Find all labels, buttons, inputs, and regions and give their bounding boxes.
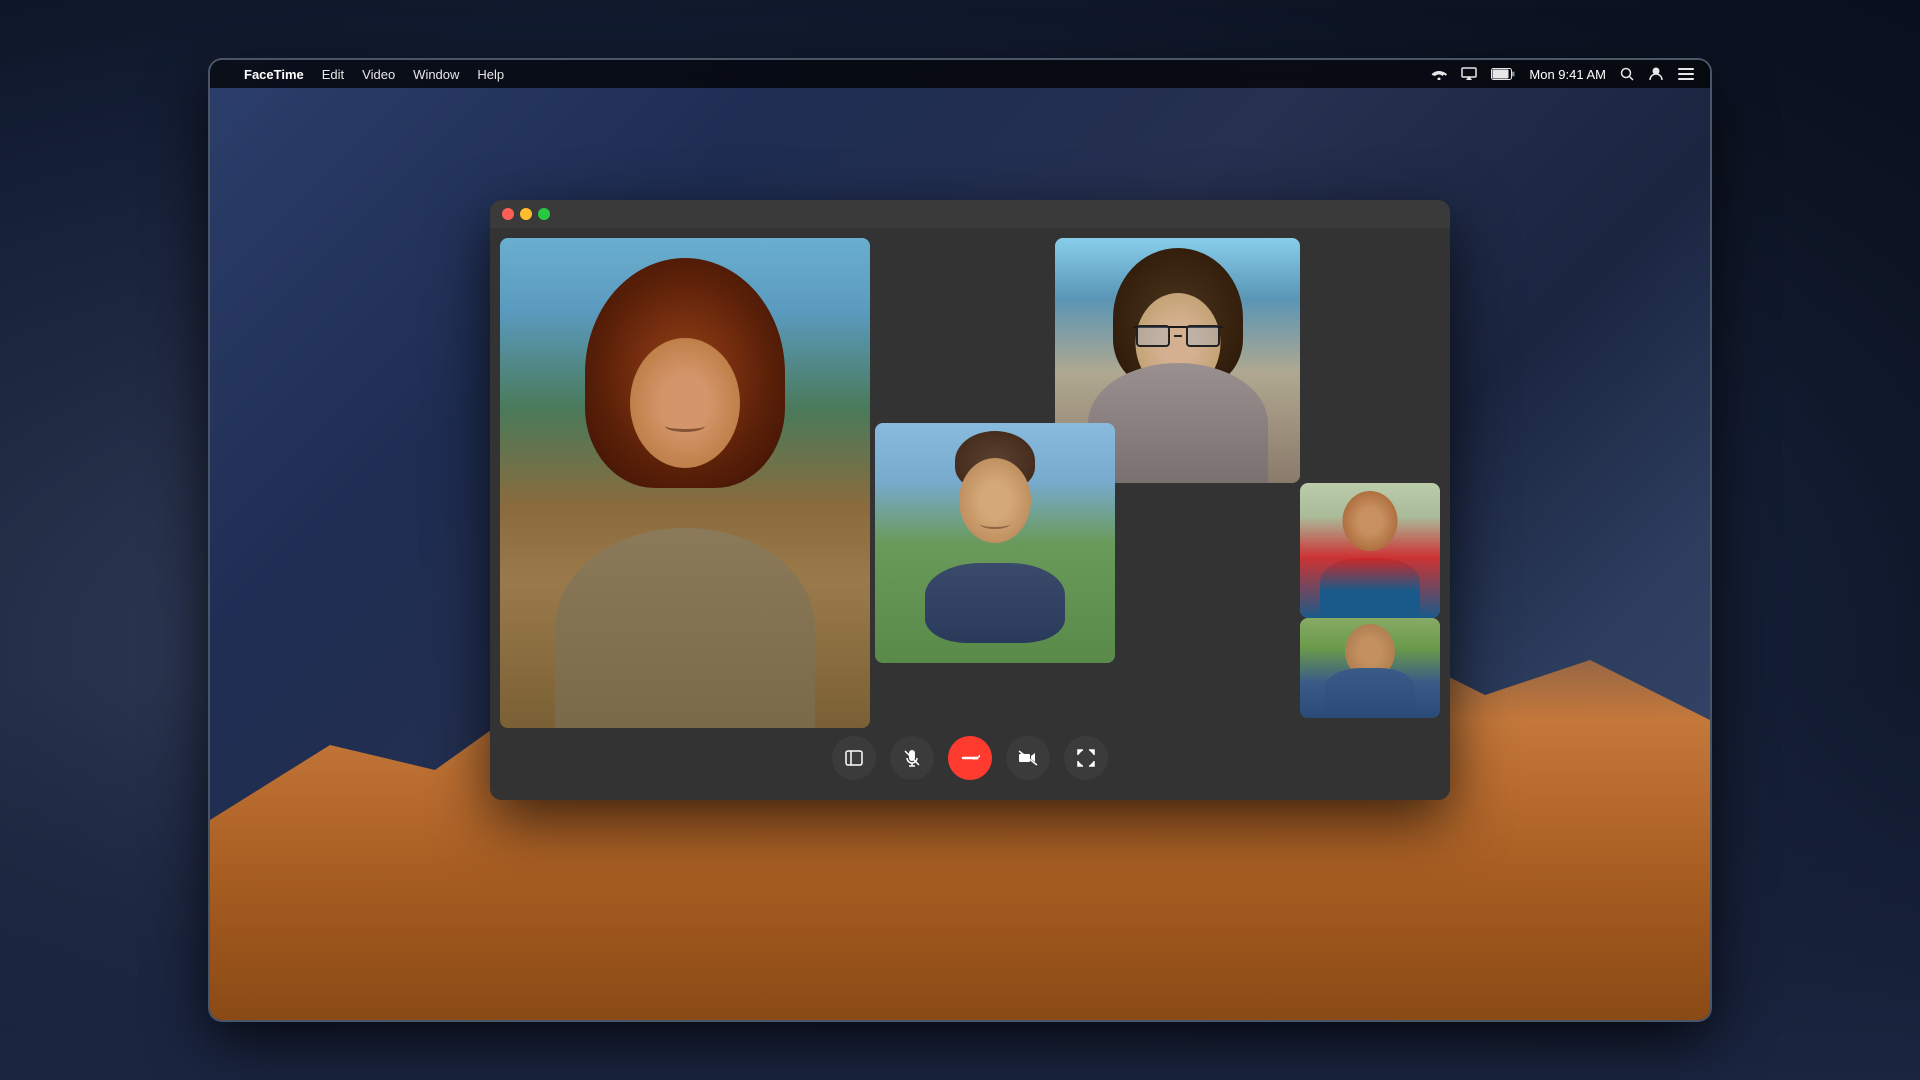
mute-button[interactable] [890, 736, 934, 780]
traffic-lights [502, 208, 550, 220]
menubar-right: Mon 9:41 AM [1431, 66, 1694, 82]
menu-window[interactable]: Window [413, 67, 459, 82]
participant-video-center[interactable] [875, 423, 1115, 663]
video-area [490, 228, 1450, 800]
close-button[interactable] [502, 208, 514, 220]
facetime-window [490, 200, 1450, 800]
menu-edit[interactable]: Edit [322, 67, 344, 82]
menu-clock: Mon 9:41 AM [1529, 67, 1606, 82]
end-call-button[interactable] [948, 736, 992, 780]
participant-video-right2[interactable] [1300, 618, 1440, 718]
participant-video-main[interactable] [500, 238, 870, 728]
battery-icon [1491, 68, 1515, 80]
menubar: FaceTime Edit Video Window Help [210, 60, 1710, 88]
desktop-background: FaceTime Edit Video Window Help [0, 0, 1920, 1080]
maximize-button[interactable] [538, 208, 550, 220]
search-icon[interactable] [1620, 67, 1634, 81]
menu-app-name[interactable]: FaceTime [244, 67, 304, 82]
macos-screen: FaceTime Edit Video Window Help [210, 60, 1710, 1020]
airplay-icon [1461, 67, 1477, 81]
menu-video[interactable]: Video [362, 67, 395, 82]
video-toggle-button[interactable] [1006, 736, 1050, 780]
control-center-icon[interactable] [1678, 68, 1694, 80]
participant-video-right1[interactable] [1300, 483, 1440, 618]
fullscreen-button[interactable] [1064, 736, 1108, 780]
sidebar-toggle-button[interactable] [832, 736, 876, 780]
menu-help[interactable]: Help [477, 67, 504, 82]
user-icon[interactable] [1648, 66, 1664, 82]
control-bar [832, 736, 1108, 780]
minimize-button[interactable] [520, 208, 532, 220]
window-titlebar [490, 200, 1450, 228]
wifi-icon [1431, 68, 1447, 80]
menubar-left: FaceTime Edit Video Window Help [226, 67, 504, 82]
